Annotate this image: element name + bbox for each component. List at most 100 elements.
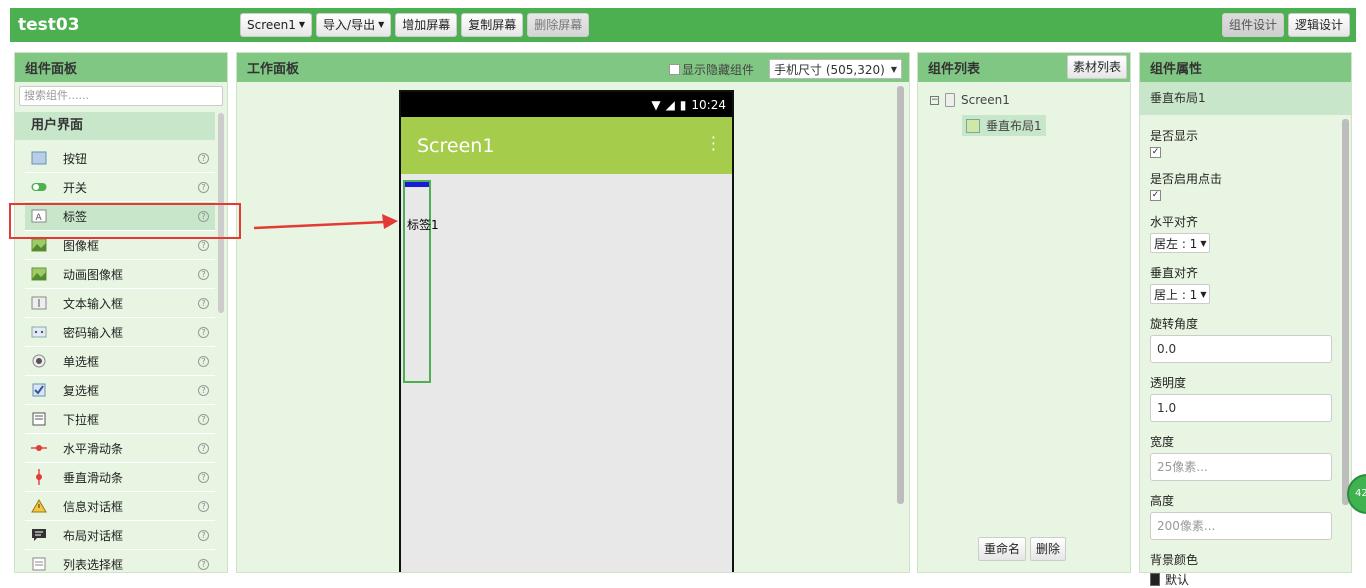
help-icon[interactable]: ?	[198, 471, 209, 483]
palette-item-spinner[interactable]: 下拉框 ?	[25, 405, 215, 434]
vertical-arrangement-1[interactable]	[403, 180, 431, 383]
dialog-icon	[31, 528, 47, 542]
components-panel: 组件列表 素材列表 − Screen1 垂直布局1 重命名 删除	[917, 52, 1131, 573]
rename-button[interactable]: 重命名	[978, 537, 1027, 561]
media-button[interactable]: 素材列表	[1066, 55, 1127, 79]
width-label: 宽度	[1150, 435, 1175, 449]
animated-image-icon	[31, 267, 47, 281]
label-1[interactable]: 标签1	[407, 216, 439, 233]
palette-item-password[interactable]: 密码输入框 ?	[25, 318, 215, 347]
palette-item-textbox[interactable]: 文本输入框 ?	[25, 289, 215, 318]
palette-item-vslider[interactable]: 垂直滑动条 ?	[25, 463, 215, 492]
halign-label: 水平对齐	[1150, 215, 1199, 229]
delete-screen-button[interactable]: 删除屏幕	[527, 13, 590, 37]
viewer-scrollbar[interactable]	[897, 86, 904, 504]
help-icon[interactable]: ?	[198, 152, 209, 164]
textbox-icon	[31, 296, 47, 310]
status-time: 10:24	[691, 97, 726, 112]
palette-category-user-interface[interactable]: 用户界面	[15, 112, 215, 140]
phone-status-bar: ▼ ◢ ▮ 10:24	[401, 92, 732, 117]
help-icon[interactable]: ?	[198, 500, 209, 512]
vslider-icon	[31, 469, 47, 485]
phone-app-bar: Screen1 · · ·	[401, 117, 732, 174]
components-title: 组件列表 素材列表	[918, 53, 1130, 82]
height-input[interactable]: 200像素...	[1150, 512, 1332, 540]
palette-search-input[interactable]: 搜索组件......	[19, 86, 223, 106]
battery-icon: ▮	[679, 97, 687, 112]
opacity-label: 透明度	[1150, 376, 1187, 390]
viewer-title: 工作面板 显示隐藏组件 手机尺寸 (505,320) ▼	[237, 53, 909, 82]
visible-checkbox[interactable]: ✓	[1150, 147, 1161, 158]
add-screen-button[interactable]: 增加屏幕	[395, 13, 458, 37]
hslider-icon	[31, 441, 47, 455]
screen-select[interactable]: Screen1 ▼	[240, 13, 313, 37]
rotation-input[interactable]: 0.0	[1150, 335, 1332, 363]
spinner-icon	[31, 412, 47, 426]
palette-item-switch[interactable]: 开关 ?	[25, 173, 215, 202]
blocks-button[interactable]: 逻辑设计	[1287, 13, 1350, 37]
image-icon	[31, 238, 47, 252]
palette-item-checkbox[interactable]: 复选框 ?	[25, 376, 215, 405]
opacity-input[interactable]: 1.0	[1150, 394, 1332, 422]
help-icon[interactable]: ?	[198, 239, 209, 251]
enabled-checkbox[interactable]: ✓	[1150, 190, 1161, 201]
alert-icon	[31, 499, 47, 513]
viewer-panel: 工作面板 显示隐藏组件 手机尺寸 (505,320) ▼ ▼ ◢ ▮ 10:24 …	[236, 52, 910, 573]
caret-down-icon: ▼	[378, 20, 385, 29]
palette-item-dialog[interactable]: 布局对话框 ?	[25, 521, 215, 550]
designer-button[interactable]: 组件设计	[1221, 13, 1284, 37]
top-bar: test03 Screen1 ▼ 导入/导出 ▼ 增加屏幕 复制屏幕 删除屏幕 组件…	[10, 8, 1356, 42]
palette-item-alert[interactable]: 信息对话框 ?	[25, 492, 215, 521]
checkbox-box[interactable]	[669, 64, 680, 75]
valign-label: 垂直对齐	[1150, 266, 1199, 280]
halign-select[interactable]: 居左 : 1 ▼	[1150, 233, 1211, 253]
overflow-menu-icon: · · ·	[710, 128, 716, 159]
help-icon[interactable]: ?	[198, 297, 209, 309]
phone-preview: ▼ ◢ ▮ 10:24 Screen1 · · · 标签1	[399, 90, 734, 572]
properties-scrollbar[interactable]	[1342, 119, 1349, 505]
selection-bar	[405, 182, 429, 187]
properties-title: 组件属性	[1140, 53, 1351, 82]
palette-title: 组件面板	[15, 53, 227, 82]
bgcolor-picker[interactable]: 默认	[1150, 571, 1338, 588]
valign-select[interactable]: 居上 : 1 ▼	[1150, 284, 1211, 304]
help-icon[interactable]: ?	[198, 413, 209, 425]
height-label: 高度	[1150, 494, 1175, 508]
palette-item-listpicker[interactable]: 列表选择框 ?	[25, 550, 215, 579]
caret-down-icon: ▼	[1200, 289, 1207, 299]
help-icon[interactable]: ?	[198, 181, 209, 193]
visible-label: 是否显示	[1150, 129, 1199, 143]
caret-down-icon: ▼	[890, 64, 897, 74]
bgcolor-label: 背景颜色	[1150, 553, 1199, 567]
help-icon[interactable]: ?	[198, 529, 209, 541]
device-size-select[interactable]: 手机尺寸 (505,320) ▼	[769, 59, 902, 79]
viewer-body: ▼ ◢ ▮ 10:24 Screen1 · · · 标签1	[237, 82, 909, 572]
show-hidden-checkbox[interactable]: 显示隐藏组件	[669, 61, 754, 78]
palette-item-hslider[interactable]: 水平滑动条 ?	[25, 434, 215, 463]
tree-node-vertical-arrangement[interactable]: 垂直布局1	[962, 115, 1046, 136]
help-icon[interactable]: ?	[198, 558, 209, 570]
color-swatch	[1150, 573, 1160, 586]
screen-title: Screen1	[417, 134, 495, 157]
help-icon[interactable]: ?	[198, 326, 209, 338]
copy-screen-button[interactable]: 复制屏幕	[461, 13, 524, 37]
collapse-icon[interactable]: −	[930, 95, 939, 105]
caret-down-icon: ▼	[298, 20, 306, 29]
tree-node-screen1[interactable]: − Screen1	[930, 93, 1010, 107]
delete-button[interactable]: 删除	[1030, 537, 1067, 561]
help-icon[interactable]: ?	[198, 442, 209, 454]
import-export-button[interactable]: 导入/导出 ▼	[316, 13, 392, 37]
properties-panel: 组件属性 垂直布局1 是否显示 ✓ 是否启用点击 ✓ 水平对齐 居左 : 1 ▼ …	[1139, 52, 1352, 587]
properties-body: 是否显示 ✓ 是否启用点击 ✓ 水平对齐 居左 : 1 ▼ 垂直对齐 居上 : 1…	[1150, 127, 1338, 588]
palette-item-animated-image[interactable]: 动画图像框 ?	[25, 260, 215, 289]
tree-actions: 重命名 删除	[978, 537, 1067, 561]
palette-item-button[interactable]: 按钮 ?	[25, 144, 215, 173]
palette-panel: 组件面板 搜索组件...... 用户界面 按钮 ? 开关 ? A 标签 ? 图像…	[14, 52, 228, 579]
palette-item-radio[interactable]: 单选框 ?	[25, 347, 215, 376]
width-input[interactable]: 25像素...	[1150, 453, 1332, 481]
radio-icon	[31, 354, 47, 368]
help-icon[interactable]: ?	[198, 355, 209, 367]
help-icon[interactable]: ?	[198, 384, 209, 396]
help-icon[interactable]: ?	[198, 268, 209, 280]
wifi-icon: ▼	[651, 97, 661, 112]
